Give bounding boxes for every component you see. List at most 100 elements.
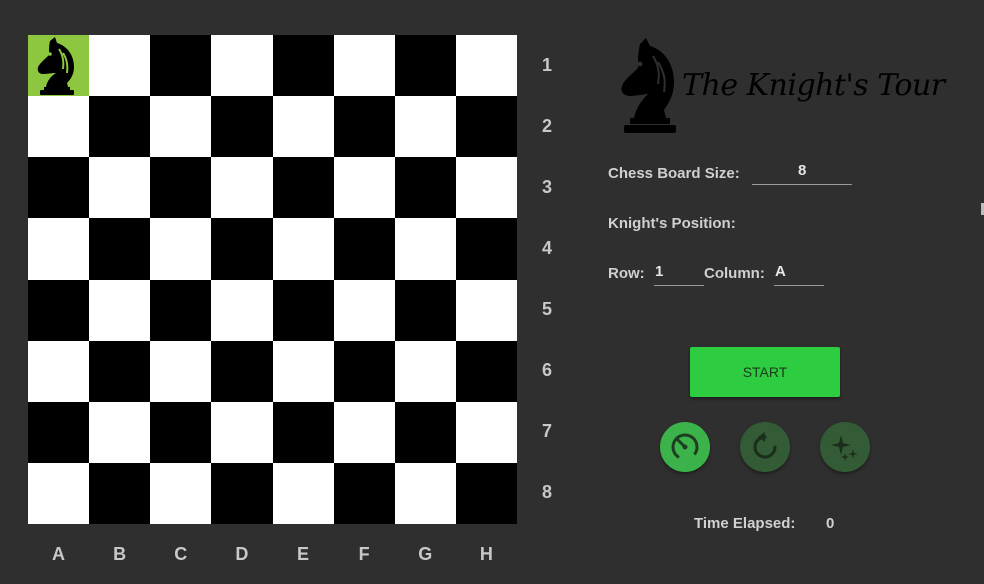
column-label-g: G [418, 544, 433, 564]
square-c3[interactable] [150, 157, 212, 219]
square-h8[interactable] [455, 462, 517, 524]
column-label-d: D [235, 544, 249, 564]
square-h3[interactable] [455, 157, 517, 219]
speedometer-icon [671, 433, 699, 461]
square-a5[interactable] [28, 279, 90, 341]
row-label-5: 5 [541, 299, 552, 320]
square-h2[interactable] [455, 96, 517, 158]
square-a3[interactable] [28, 157, 90, 219]
square-d4[interactable] [211, 218, 273, 280]
sparkles-icon [831, 435, 858, 461]
app-logo: The Knight's Tour [620, 38, 945, 138]
square-d1[interactable] [211, 35, 273, 97]
square-f7[interactable] [333, 401, 395, 463]
square-b6[interactable] [89, 340, 151, 402]
square-f8[interactable] [333, 462, 395, 524]
square-f1[interactable] [333, 35, 395, 97]
square-b2[interactable] [89, 96, 151, 158]
square-g7[interactable] [394, 401, 456, 463]
column-label-c: C [174, 544, 188, 564]
square-c8[interactable] [150, 462, 212, 524]
square-e1[interactable] [272, 35, 334, 97]
square-f4[interactable] [333, 218, 395, 280]
square-c6[interactable] [150, 340, 212, 402]
row-field-label: Row: [608, 265, 645, 282]
row-value: 1 [655, 263, 664, 280]
square-f2[interactable] [333, 96, 395, 158]
square-b4[interactable] [89, 218, 151, 280]
speed-button[interactable] [660, 422, 710, 472]
square-e2[interactable] [272, 96, 334, 158]
board-size-input[interactable]: 8 [752, 162, 852, 185]
chess-board [28, 35, 517, 524]
square-e7[interactable] [272, 401, 334, 463]
magic-button[interactable] [820, 422, 870, 472]
start-button[interactable]: START [690, 347, 840, 397]
square-b5[interactable] [89, 279, 151, 341]
square-g8[interactable] [394, 462, 456, 524]
square-b8[interactable] [89, 462, 151, 524]
square-g1[interactable] [394, 35, 456, 97]
square-h4[interactable] [455, 218, 517, 280]
column-input[interactable]: A [774, 263, 824, 286]
square-e8[interactable] [272, 462, 334, 524]
square-g6[interactable] [394, 340, 456, 402]
square-e6[interactable] [272, 340, 334, 402]
square-d5[interactable] [211, 279, 273, 341]
square-a8[interactable] [28, 462, 90, 524]
square-g4[interactable] [394, 218, 456, 280]
square-c7[interactable] [150, 401, 212, 463]
knight-position-label: Knight's Position: [608, 215, 736, 232]
square-c1[interactable] [150, 35, 212, 97]
square-e5[interactable] [272, 279, 334, 341]
column-label-a: A [52, 544, 65, 564]
square-d8[interactable] [211, 462, 273, 524]
square-d7[interactable] [211, 401, 273, 463]
square-h7[interactable] [455, 401, 517, 463]
time-elapsed-label: Time Elapsed: [694, 515, 796, 532]
column-label-h: H [479, 544, 493, 564]
square-b1[interactable] [89, 35, 151, 97]
square-b7[interactable] [89, 401, 151, 463]
square-e4[interactable] [272, 218, 334, 280]
square-f6[interactable] [333, 340, 395, 402]
square-g3[interactable] [394, 157, 456, 219]
square-a4[interactable] [28, 218, 90, 280]
app-title: The Knight's Tour [682, 68, 945, 103]
square-c2[interactable] [150, 96, 212, 158]
row-label-8: 8 [541, 482, 552, 503]
square-a7[interactable] [28, 401, 90, 463]
square-f5[interactable] [333, 279, 395, 341]
square-d6[interactable] [211, 340, 273, 402]
square-g2[interactable] [394, 96, 456, 158]
time-elapsed-value: 0 [826, 515, 835, 532]
square-d2[interactable] [211, 96, 273, 158]
knight-icon [621, 38, 676, 133]
square-f3[interactable] [333, 157, 395, 219]
row-label-6: 6 [541, 360, 552, 381]
square-h6[interactable] [455, 340, 517, 402]
board-size-label: Chess Board Size: [608, 165, 740, 182]
column-label-b: B [113, 544, 127, 564]
knights-tour-app: 1 2 3 4 5 6 7 8 A B C D E F G H The Knight's Tour Ches… [0, 0, 984, 584]
square-c4[interactable] [150, 218, 212, 280]
square-e3[interactable] [272, 157, 334, 219]
square-h1[interactable] [455, 35, 517, 97]
square-c5[interactable] [150, 279, 212, 341]
column-label-f: F [358, 544, 370, 564]
rotate-icon [753, 432, 777, 459]
square-d3[interactable] [211, 157, 273, 219]
column-label-e: E [296, 544, 309, 564]
square-h5[interactable] [455, 279, 517, 341]
knight-piece-icon [37, 37, 74, 95]
square-a6[interactable] [28, 340, 90, 402]
row-input[interactable]: 1 [654, 263, 704, 286]
square-b3[interactable] [89, 157, 151, 219]
board-size-value: 8 [798, 162, 807, 179]
row-label-7: 7 [541, 421, 552, 442]
column-value: A [775, 263, 786, 280]
square-a2[interactable] [28, 96, 90, 158]
reset-button[interactable] [740, 422, 790, 472]
square-a1[interactable] [28, 35, 90, 97]
square-g5[interactable] [394, 279, 456, 341]
